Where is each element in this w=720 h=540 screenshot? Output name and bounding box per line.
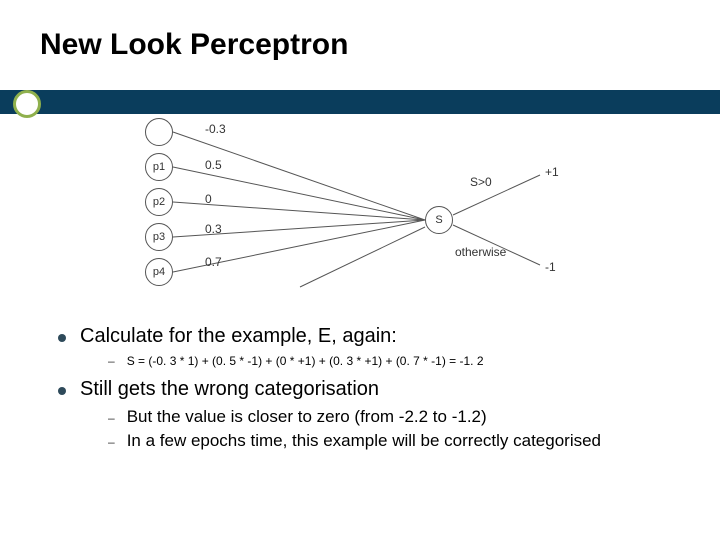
slide-title: New Look Perceptron — [40, 28, 680, 62]
weight-w1: 0.5 — [205, 158, 222, 172]
weight-w3: 0.3 — [205, 222, 222, 236]
bullet-1-1-text: S = (-0. 3 * 1) + (0. 5 * -1) + (0 * +1)… — [127, 354, 484, 368]
bullet-1-1: – S = (-0. 3 * 1) + (0. 5 * -1) + (0 * +… — [108, 354, 700, 368]
node-p1: p1 — [145, 153, 173, 181]
node-s: S — [425, 206, 453, 234]
bullet-1: Calculate for the example, E, again: — [58, 325, 700, 348]
cond-top: S>0 — [470, 175, 492, 189]
node-p4: p4 — [145, 258, 173, 286]
cond-bottom: otherwise — [455, 245, 506, 259]
bullet-2-2: – In a few epochs time, this example wil… — [108, 431, 700, 451]
out-top: +1 — [545, 165, 559, 179]
bullet-dot-icon — [58, 387, 66, 395]
bullet-list: Calculate for the example, E, again: – S… — [58, 325, 700, 455]
bullet-2-1: – But the value is closer to zero (from … — [108, 407, 700, 427]
out-bottom: -1 — [545, 260, 556, 274]
weight-w4: 0.7 — [205, 255, 222, 269]
perceptron-diagram: p1 p2 p3 p4 S -0.3 0.5 0 0.3 0.7 S>0 +1 … — [145, 120, 575, 315]
bullet-2-1-text: But the value is closer to zero (from -2… — [127, 407, 487, 427]
weight-w0: -0.3 — [205, 122, 226, 136]
bullet-2-2-text: In a few epochs time, this example will … — [127, 431, 601, 451]
node-p2: p2 — [145, 188, 173, 216]
dash-icon: – — [108, 435, 115, 449]
bullet-1-text: Calculate for the example, E, again: — [80, 325, 397, 348]
dash-icon: – — [108, 354, 115, 368]
weight-w2: 0 — [205, 192, 212, 206]
bullet-2-text: Still gets the wrong categorisation — [80, 378, 379, 401]
dash-icon: – — [108, 411, 115, 425]
accent-circle — [13, 90, 41, 118]
node-bias — [145, 118, 173, 146]
bullet-2: Still gets the wrong categorisation — [58, 378, 700, 401]
bullet-dot-icon — [58, 334, 66, 342]
node-p3: p3 — [145, 223, 173, 251]
diagram-edges — [145, 120, 575, 315]
accent-bar — [0, 90, 720, 114]
